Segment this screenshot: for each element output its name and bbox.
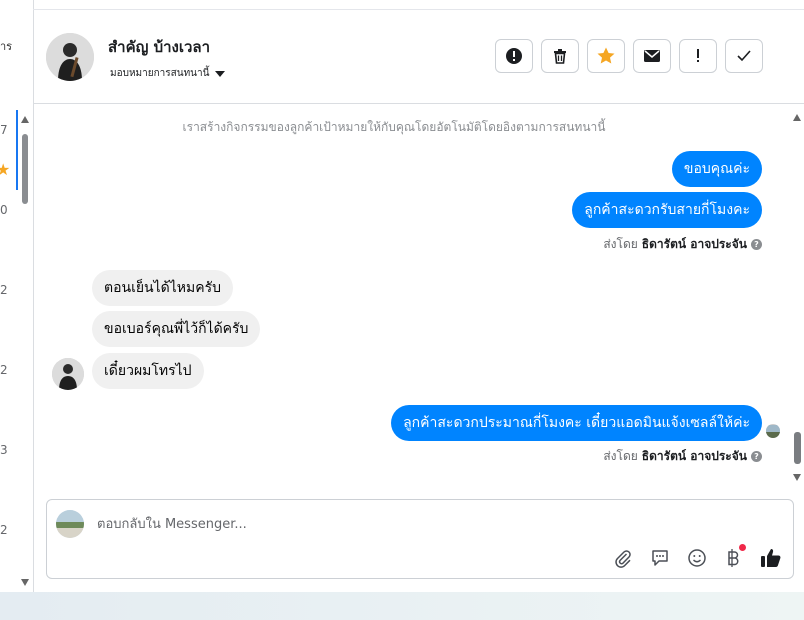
attachment-button[interactable] xyxy=(611,546,635,570)
conversation-header: สำคัญ บ้างเวลา มอบหมายการสนทนานี้ xyxy=(34,10,804,104)
star-button[interactable] xyxy=(587,39,625,73)
list-item-count: 2 xyxy=(0,283,8,297)
message-thread: เราสร้างกิจกรรมของลูกค้าเป้าหมายให้กับคุ… xyxy=(34,104,804,487)
sent-by-prefix: ส่งโดย xyxy=(603,449,638,463)
trash-icon xyxy=(554,49,566,64)
list-header-partial: าร xyxy=(0,40,13,53)
sender-name: ธิดารัตน์ อาจประจัน xyxy=(641,449,747,463)
list-item-count: 2 xyxy=(0,363,8,377)
seen-avatar xyxy=(766,424,780,438)
follow-up-button[interactable] xyxy=(679,39,717,73)
page-avatar xyxy=(56,510,84,538)
emoji-button[interactable] xyxy=(685,546,709,570)
delete-button[interactable] xyxy=(541,39,579,73)
paperclip-icon xyxy=(615,550,631,568)
help-icon[interactable]: ? xyxy=(751,451,762,462)
mark-unread-button[interactable] xyxy=(633,39,671,73)
list-item-count: 0 xyxy=(0,203,8,217)
message-outgoing[interactable]: ลูกค้าสะดวกประมาณกี่โมงคะ เดี๋ยวแอดมินแจ… xyxy=(391,405,762,441)
exclamation-icon xyxy=(697,49,699,62)
assign-conversation-dropdown[interactable]: มอบหมายการสนทนานี้ xyxy=(110,66,226,81)
message-incoming[interactable]: ขอเบอร์คุณพี่ไว้ก็ได้ครับ xyxy=(92,311,261,347)
conversation-list-pane: าร 7 ★ 0 2 2 3 2 xyxy=(0,0,34,592)
smiley-icon xyxy=(688,549,706,567)
mark-done-button[interactable] xyxy=(725,39,763,73)
message-outgoing[interactable]: ลูกค้าสะดวกรับสายกี่โมงคะ xyxy=(572,192,762,228)
baht-icon xyxy=(728,549,739,567)
composer-tools xyxy=(611,544,783,570)
message-outgoing[interactable]: ขอบคุณค่ะ xyxy=(671,151,762,187)
reply-composer xyxy=(46,499,794,579)
thumbs-up-icon xyxy=(761,549,781,567)
scroll-up-arrow-icon[interactable] xyxy=(793,114,801,121)
scroll-thumb[interactable] xyxy=(22,134,28,204)
reply-input[interactable] xyxy=(95,512,699,536)
sent-by-label: ส่งโดย ธิดารัตน์ อาจประจัน ? xyxy=(603,235,762,254)
help-icon[interactable]: ? xyxy=(751,239,762,250)
like-button[interactable] xyxy=(759,546,783,570)
sent-by-label: ส่งโดย ธิดารัตน์ อาจประจัน ? xyxy=(603,447,762,466)
saved-replies-button[interactable] xyxy=(648,546,672,570)
list-item-count: 2 xyxy=(0,523,8,537)
footer-bar xyxy=(0,592,804,620)
alert-circle-icon xyxy=(506,48,522,64)
envelope-icon xyxy=(644,50,660,62)
scroll-down-arrow-icon[interactable] xyxy=(793,474,801,481)
thread-scrollbar[interactable] xyxy=(790,104,804,487)
scroll-up-arrow-icon[interactable] xyxy=(21,116,29,123)
contact-name: สำคัญ บ้างเวลา xyxy=(108,38,211,56)
star-icon: ★ xyxy=(0,160,10,179)
scroll-down-arrow-icon[interactable] xyxy=(21,579,29,586)
active-indicator xyxy=(16,110,18,190)
scroll-thumb[interactable] xyxy=(794,432,801,464)
list-item-count: 3 xyxy=(0,443,8,457)
auto-activity-notice: เราสร้างกิจกรรมของลูกค้าเป้าหมายให้กับคุ… xyxy=(182,120,606,134)
assign-label: มอบหมายการสนทนานี้ xyxy=(110,68,210,79)
conversation-actions xyxy=(495,39,763,73)
sender-name: ธิดารัตน์ อาจประจัน xyxy=(641,237,747,251)
payment-button[interactable] xyxy=(722,544,746,570)
chat-bubble-icon xyxy=(652,550,668,566)
check-icon xyxy=(737,50,751,62)
sent-by-prefix: ส่งโดย xyxy=(603,237,638,251)
list-item-count: 7 xyxy=(0,123,8,137)
caret-down-icon xyxy=(215,71,226,77)
notification-dot xyxy=(739,544,746,551)
message-incoming[interactable]: ตอนเย็นได้ไหมครับ xyxy=(92,270,234,306)
star-icon xyxy=(597,47,615,64)
contact-avatar-small[interactable] xyxy=(52,358,84,390)
message-incoming[interactable]: เดี๋ยวผมโทรไป xyxy=(92,353,204,389)
contact-avatar[interactable] xyxy=(46,33,94,81)
spam-button[interactable] xyxy=(495,39,533,73)
list-scrollbar[interactable] xyxy=(20,116,30,586)
